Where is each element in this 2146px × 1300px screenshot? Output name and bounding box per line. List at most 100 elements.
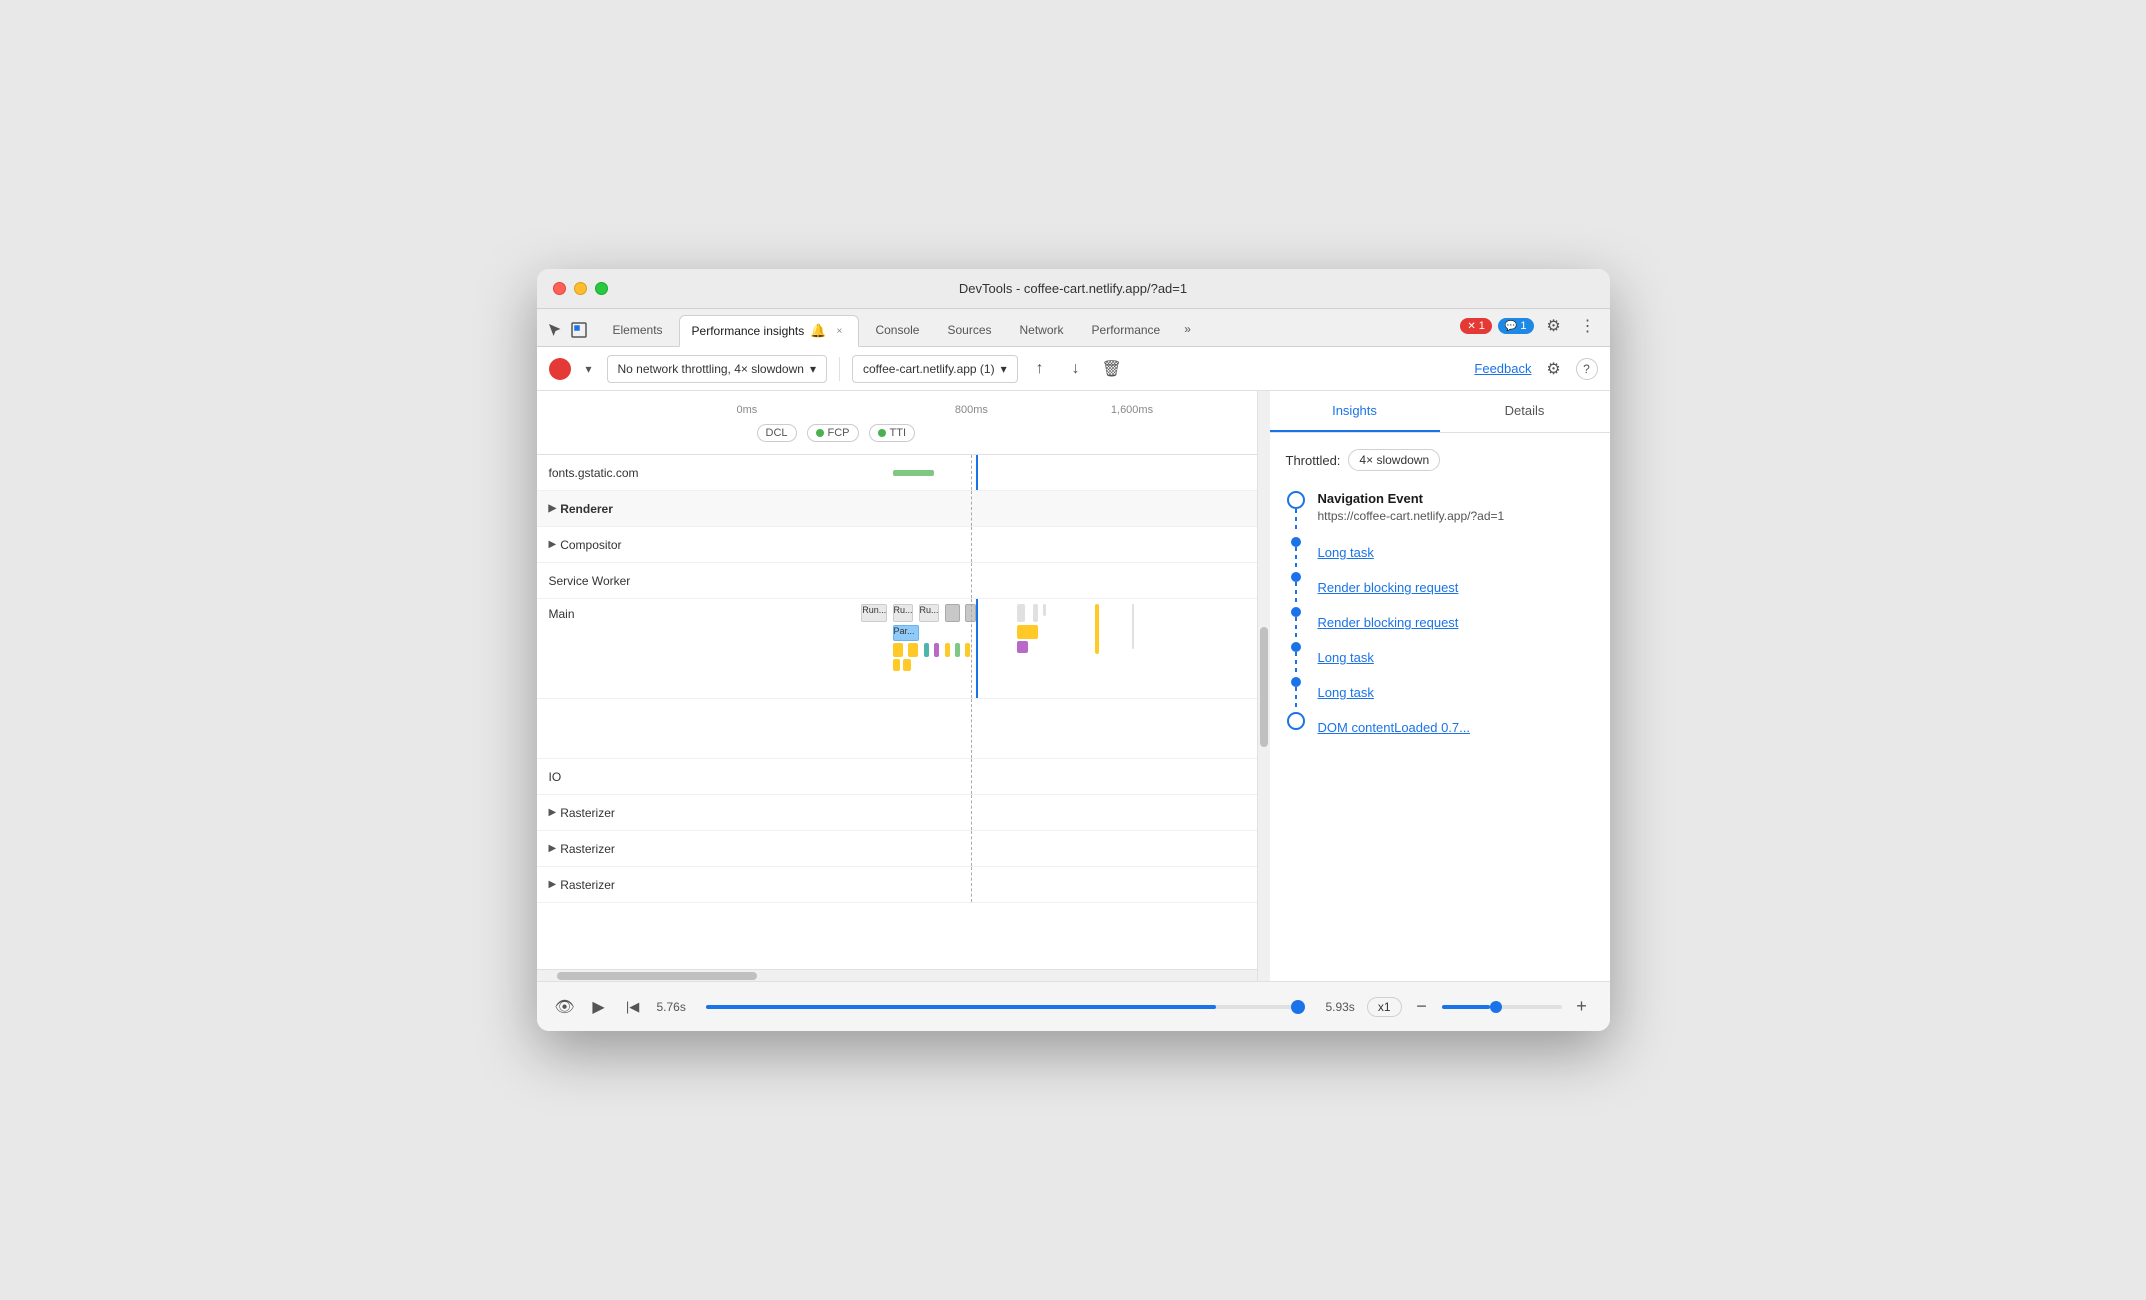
zoom-in-button[interactable]: + — [1570, 995, 1594, 1019]
horizontal-scrollbar[interactable] — [537, 969, 1257, 981]
tab-performance[interactable]: Performance — [1080, 314, 1173, 346]
expand-icon: ▶ — [549, 843, 557, 854]
green-block — [955, 643, 960, 657]
insights-tabs: Insights Details — [1270, 391, 1610, 433]
minimize-button[interactable] — [574, 282, 587, 295]
info-badge[interactable]: 💬 1 — [1498, 318, 1534, 334]
dashed-marker — [971, 699, 972, 758]
timeline-line-2 — [1286, 572, 1306, 602]
track-rast-2 — [737, 831, 1257, 866]
dashed-marker — [971, 455, 972, 490]
gray-right-2 — [1033, 604, 1038, 622]
zoom-track — [1442, 1005, 1490, 1009]
row-content-io — [737, 759, 1257, 794]
dcl-badge: DCL — [757, 424, 797, 442]
eye-icon[interactable]: 👁 — [553, 995, 577, 1019]
render-block-link-2[interactable]: Render blocking request — [1318, 607, 1459, 638]
yellow-far — [1095, 604, 1099, 654]
timeline-scrubber[interactable] — [706, 1005, 1306, 1009]
marker-1600ms: 1,600ms — [1111, 404, 1153, 416]
throttle-dropdown[interactable]: No network throttling, 4× slowdown ▾ — [607, 355, 827, 383]
download-button[interactable]: ↓ — [1062, 355, 1090, 383]
upload-button[interactable]: ↑ — [1026, 355, 1054, 383]
gray-block-2 — [965, 604, 975, 622]
track-fonts — [737, 455, 1257, 490]
yellow-block-2 — [908, 643, 918, 657]
row-label-io: IO — [537, 770, 737, 784]
record-button[interactable] — [549, 358, 571, 380]
table-row: ▶ Compositor — [537, 527, 1257, 563]
gear-icon[interactable]: ⚙ — [1540, 355, 1568, 383]
throttle-badge: 4× slowdown — [1348, 449, 1440, 471]
feedback-link[interactable]: Feedback — [1474, 361, 1531, 376]
scrubber-thumb[interactable] — [1291, 1000, 1305, 1014]
help-icon[interactable]: ? — [1576, 358, 1598, 380]
vertical-scrollbar[interactable] — [1258, 391, 1270, 981]
row-label-renderer[interactable]: ▶ Renderer — [537, 502, 737, 516]
zoom-level: x1 — [1367, 997, 1402, 1017]
zoom-slider[interactable] — [1442, 1005, 1562, 1009]
dashed-3 — [1295, 617, 1297, 637]
maximize-button[interactable] — [595, 282, 608, 295]
track-io — [737, 759, 1257, 794]
record-dropdown-icon[interactable]: ▾ — [579, 359, 599, 379]
h-scroll-thumb — [557, 972, 757, 980]
row-content-rasterizer-3 — [737, 867, 1257, 902]
close-button[interactable] — [553, 282, 566, 295]
zoom-thumb[interactable] — [1490, 1001, 1502, 1013]
row-content-sw — [737, 563, 1257, 598]
yellow-block-4 — [965, 643, 970, 657]
run-block-3: Ru... — [919, 604, 940, 622]
tti-dot — [878, 429, 886, 437]
row-label-fonts: fonts.gstatic.com — [537, 466, 737, 480]
teal-block — [924, 643, 929, 657]
dashed-marker — [971, 759, 972, 794]
error-badge[interactable]: ✕ 1 — [1460, 318, 1492, 334]
dom-loaded-link[interactable]: DOM contentLoaded 0.7... — [1318, 712, 1470, 743]
settings-icon[interactable]: ⚙ — [1540, 312, 1568, 340]
playback-controls: 👁 ▶ |◀ — [553, 995, 645, 1019]
row-label-compositor[interactable]: ▶ Compositor — [537, 538, 737, 552]
yellow-mid-1 — [1017, 625, 1038, 639]
tab-console[interactable]: Console — [863, 314, 931, 346]
tab-elements[interactable]: Elements — [601, 314, 675, 346]
scrubber-track — [706, 1005, 1216, 1009]
more-tabs-button[interactable]: » — [1176, 318, 1199, 346]
long-task-link-3[interactable]: Long task — [1318, 677, 1374, 708]
inspect-icon[interactable] — [569, 320, 589, 340]
long-task-link-1[interactable]: Long task — [1318, 537, 1374, 568]
tab-network[interactable]: Network — [1008, 314, 1076, 346]
tab-close-icon[interactable]: × — [832, 324, 846, 338]
skip-start-button[interactable]: |◀ — [621, 995, 645, 1019]
timeline-line-4 — [1286, 642, 1306, 672]
tab-details[interactable]: Details — [1440, 391, 1610, 432]
table-row: Main Run... Ru... Ru... Par... — [537, 599, 1257, 699]
throttle-row: Throttled: 4× slowdown — [1286, 449, 1594, 471]
error-count: 1 — [1479, 320, 1485, 332]
ruler-markers: 0ms 800ms 1,600ms — [737, 391, 1257, 420]
play-button[interactable]: ▶ — [587, 995, 611, 1019]
gray-block-1 — [945, 604, 961, 622]
row-label-rasterizer-2[interactable]: ▶ Rasterizer — [537, 842, 737, 856]
row-label-rasterizer-1[interactable]: ▶ Rasterizer — [537, 806, 737, 820]
toolbar: ▾ No network throttling, 4× slowdown ▾ c… — [537, 347, 1610, 391]
target-dropdown[interactable]: coffee-cart.netlify.app (1) ▾ — [852, 355, 1018, 383]
row-label-rasterizer-3[interactable]: ▶ Rasterizer — [537, 878, 737, 892]
cursor-icon[interactable] — [545, 320, 565, 340]
main-content: 0ms 800ms 1,600ms DCL FCP — [537, 391, 1610, 981]
bullet-3 — [1291, 607, 1301, 617]
more-options-icon[interactable]: ⋮ — [1574, 312, 1602, 340]
purple-block — [934, 643, 939, 657]
bullet-1 — [1291, 537, 1301, 547]
insight-item-long-task-1: Long task — [1286, 537, 1594, 568]
tab-performance-insights[interactable]: Performance insights 🔔 × — [679, 315, 860, 347]
tab-sources[interactable]: Sources — [935, 314, 1003, 346]
zoom-out-button[interactable]: − — [1410, 995, 1434, 1019]
row-content-main: Run... Ru... Ru... Par... — [737, 599, 1257, 698]
tab-insights[interactable]: Insights — [1270, 391, 1440, 432]
marker-0ms: 0ms — [737, 404, 758, 416]
chat-icon: 💬 — [1505, 321, 1517, 332]
long-task-link-2[interactable]: Long task — [1318, 642, 1374, 673]
delete-button[interactable]: 🗑 — [1098, 355, 1126, 383]
render-block-link-1[interactable]: Render blocking request — [1318, 572, 1459, 603]
